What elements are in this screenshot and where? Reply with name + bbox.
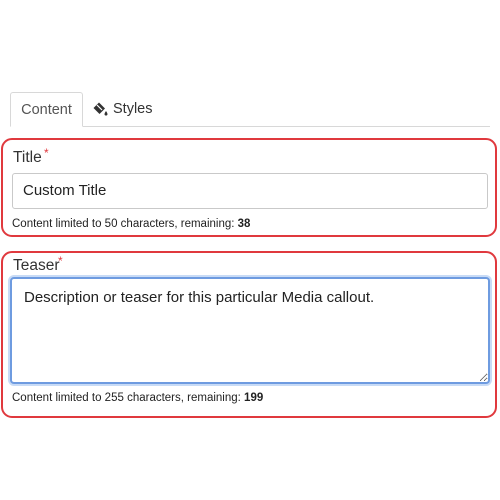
teaser-remaining-count: 199 [244, 392, 264, 404]
teaser-helper-label: Content limited to 255 characters, remai… [12, 392, 245, 404]
teaser-helper-text: Content limited to 255 characters, remai… [12, 392, 263, 404]
tab-styles-label: Styles [113, 100, 153, 117]
tab-bar: Content Styles [10, 92, 490, 127]
title-input[interactable] [12, 173, 488, 209]
title-required-mark: * [44, 146, 49, 160]
teaser-label: Teaser [13, 257, 60, 274]
teaser-required-mark: * [58, 254, 63, 268]
teaser-textarea[interactable]: Description or teaser for this particula… [10, 277, 490, 384]
paint-bucket-icon [92, 101, 108, 117]
title-helper-label: Content limited to 50 characters, remain… [12, 218, 238, 230]
tab-content-label: Content [21, 101, 72, 118]
title-label: Title [13, 149, 42, 166]
title-remaining-count: 38 [237, 218, 251, 230]
teaser-field-group: Teaser * Description or teaser for this … [1, 251, 497, 418]
title-field-group: Title * Content limited to 50 characters… [1, 138, 497, 237]
tab-content[interactable]: Content [10, 92, 83, 127]
title-helper-text: Content limited to 50 characters, remain… [12, 218, 250, 230]
tab-styles[interactable]: Styles [92, 92, 172, 125]
